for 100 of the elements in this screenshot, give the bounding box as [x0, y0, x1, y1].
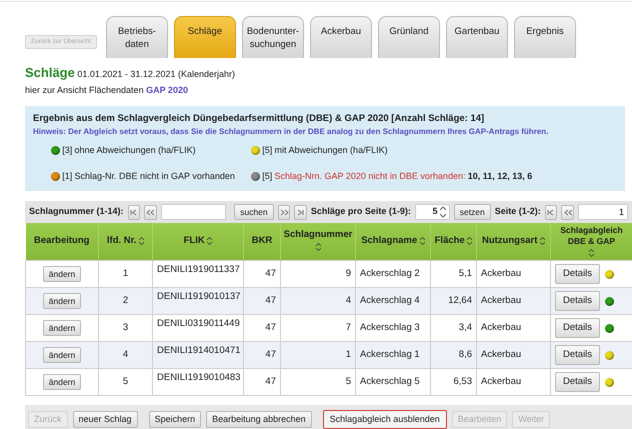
legend-label: Schlag-Nrn. GAP 2020 nicht in DBE vorhanden: — [274, 170, 466, 183]
details-button[interactable]: Details — [555, 372, 600, 392]
footer-button[interactable]: Bearbeitung abbrechen — [206, 410, 312, 428]
area-cell: 8,6 — [458, 349, 472, 360]
page-label: Seite (1-2): — [494, 205, 541, 218]
edit-button[interactable]: ändern — [42, 320, 82, 336]
column-header: Fläche — [434, 235, 465, 246]
footer-button[interactable]: neuer Schlag — [72, 410, 138, 428]
column-header: Nutzungsart — [482, 235, 538, 246]
row-number: 3 — [122, 322, 128, 334]
bkr-cell: 47 — [265, 376, 276, 388]
field-name: Ackerschlag 1 — [360, 349, 420, 360]
last-page-button[interactable] — [294, 204, 307, 220]
gap-link[interactable]: GAP 2020 — [146, 85, 188, 96]
field-name: Ackerschlag 2 — [360, 268, 420, 280]
page-title: Schläge — [25, 64, 75, 80]
details-button[interactable]: Details — [555, 345, 600, 365]
bkr-cell: 47 — [265, 268, 276, 280]
field-number: 7 — [346, 322, 351, 334]
next-page-button[interactable] — [278, 204, 290, 220]
area-cell: 5,1 — [458, 268, 472, 280]
field-name: Ackerschlag 3 — [360, 322, 420, 334]
footer-button[interactable]: Speichern — [148, 410, 202, 428]
edit-button[interactable]: ändern — [42, 293, 82, 310]
row-number: 2 — [122, 295, 128, 306]
first-arrow-icon — [128, 208, 139, 216]
edit-button[interactable]: ändern — [42, 347, 82, 364]
bkr-cell: 47 — [265, 349, 276, 360]
last-arrow-icon — [296, 208, 306, 216]
usage-cell: Ackerbau — [481, 376, 522, 388]
prev-arrow-icon — [562, 208, 573, 216]
edit-button[interactable]: ändern — [42, 374, 82, 390]
hint-text: Hinweis: Der Abgleich setzt voraus, dass Sie die Schlagnummern in der DBE analog zu den Schlagnummern Ihres GAP-Antrags führen. — [33, 126, 550, 138]
column-header: Schlagnummer — [284, 229, 352, 240]
tab[interactable]: Betriebs- daten — [106, 16, 168, 58]
details-button[interactable]: Details — [555, 291, 600, 311]
details-button[interactable]: Details — [555, 318, 600, 338]
prev-page-button[interactable] — [561, 204, 574, 220]
field-number: 1 — [346, 349, 351, 360]
tab[interactable]: Grünland — [378, 16, 440, 58]
tab[interactable]: Bodenunter- suchungen — [242, 16, 304, 58]
row-number: 1 — [122, 268, 128, 280]
usage-cell: Ackerbau — [481, 268, 522, 280]
column-header: Bearbeitung — [34, 235, 90, 246]
bkr-cell: 47 — [265, 322, 276, 334]
legend-count: [3] — [62, 144, 72, 157]
tab[interactable]: Ackerbau — [310, 16, 372, 58]
tab[interactable]: Schläge — [174, 16, 236, 58]
subheading-text: hier zur Ansicht Flächendaten — [25, 85, 144, 96]
flik-cell: DENILI1914010471 — [157, 345, 240, 356]
area-cell: 12,64 — [448, 295, 472, 306]
first-page-button[interactable] — [128, 204, 140, 220]
result-title: Ergebnis aus dem Schlagvergleich Düngebedarfsermittlung (DBE) & GAP 2020 [Anzahl Schläge: 14] — [33, 112, 486, 126]
column-header: Schlagname — [361, 235, 418, 246]
column-header: BKR — [252, 235, 272, 246]
usage-cell: Ackerbau — [481, 322, 522, 334]
tab[interactable]: Ergebnis — [514, 16, 576, 58]
legend-count: [1] — [62, 170, 72, 183]
legend-label: mit Abweichungen (ha/FLIK) — [274, 144, 388, 157]
page-field[interactable]: 1 — [578, 204, 628, 220]
row-number: 4 — [122, 349, 128, 360]
legend-numbers: 10, 11, 12, 13, 6 — [468, 170, 532, 182]
field-name: Ackerschlag 5 — [360, 376, 420, 388]
bkr-cell: 47 — [265, 295, 276, 306]
column-header: Schlagabgleich DBE & GAP — [559, 225, 624, 248]
flik-cell: DENILI1919010137 — [157, 291, 240, 302]
flik-cell: DENILI0319011449 — [157, 318, 240, 330]
flik-cell: DENILI1919011337 — [157, 264, 240, 276]
per-page-field[interactable]: 5 — [414, 204, 450, 220]
flik-cell: DENILI1919010483 — [157, 372, 240, 384]
usage-cell: Ackerbau — [481, 295, 522, 306]
column-header: lfd. Nr. — [106, 235, 136, 246]
column-header: FLIK — [184, 235, 205, 246]
tab[interactable]: Gartenbau — [446, 16, 508, 58]
legend-count: [5] — [262, 144, 272, 157]
legend-label: Schlag-Nr. DBE nicht in GAP vorhanden — [74, 170, 235, 183]
row-number: 5 — [122, 376, 128, 388]
legend-count: [5] — [262, 170, 272, 183]
area-cell: 3,4 — [458, 322, 472, 334]
field-number: 5 — [346, 376, 351, 388]
edit-button[interactable]: ändern — [42, 266, 82, 282]
field-number: 9 — [346, 268, 351, 280]
set-button[interactable]: setzen — [454, 204, 491, 220]
field-number: 4 — [346, 295, 351, 306]
prev-page-button[interactable] — [144, 204, 157, 220]
usage-cell: Ackerbau — [481, 349, 522, 360]
legend-label: ohne Abweichungen (ha/FLIK) — [74, 144, 196, 157]
next-arrow-icon — [278, 208, 289, 216]
search-field[interactable] — [160, 204, 226, 220]
per-page-label: Schläge pro Seite (1-9): — [310, 205, 411, 218]
prev-arrow-icon — [145, 208, 156, 216]
details-button[interactable]: Details — [555, 264, 600, 284]
spinner-icon — [440, 206, 446, 218]
area-cell: 6,53 — [454, 376, 472, 388]
search-button[interactable]: suchen — [234, 204, 274, 220]
footer-button[interactable]: Schlagabgleich ausblenden — [322, 410, 447, 429]
period-text: 01.01.2021 - 31.12.2021 (Kalenderjahr) — [77, 68, 235, 78]
search-label: Schlagnummer (1-14): — [29, 205, 124, 218]
field-name: Ackerschlag 4 — [360, 295, 420, 306]
first-page-button[interactable] — [544, 204, 558, 220]
